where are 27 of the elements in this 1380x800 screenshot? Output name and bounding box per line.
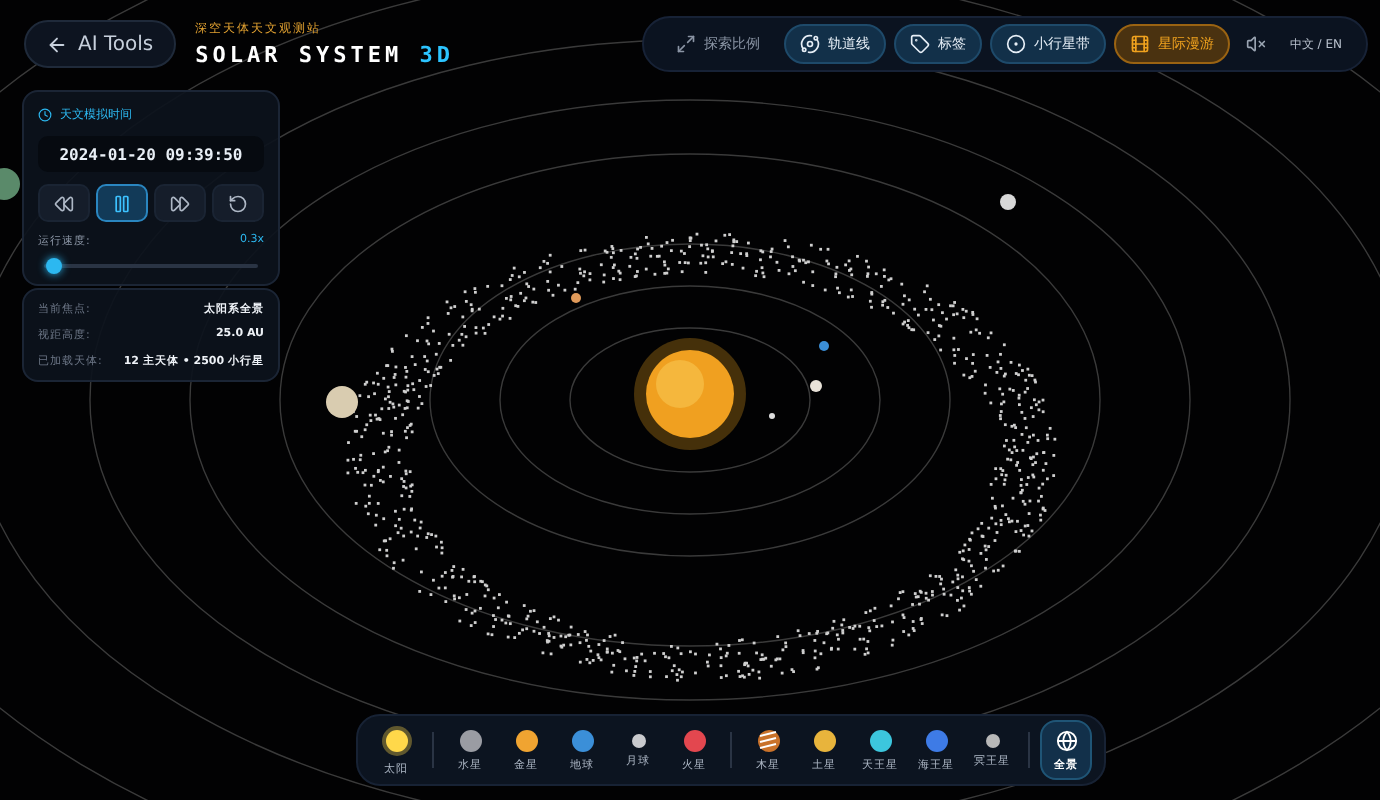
reset-button[interactable]: [212, 184, 264, 222]
fast-forward-icon: [170, 193, 190, 213]
rewind-icon: [54, 193, 74, 213]
slider-thumb[interactable]: [46, 258, 63, 274]
sun[interactable]: [634, 338, 746, 450]
planet[interactable]: [769, 413, 775, 419]
app-title: SOLAR SYSTEM 3D: [195, 42, 454, 68]
fast-forward-button[interactable]: [154, 184, 206, 222]
pause-icon: [112, 193, 132, 213]
toolbar-icon: [799, 34, 820, 54]
planet[interactable]: [326, 386, 358, 418]
toolbar-icon: [1005, 34, 1026, 54]
toolbar-icon: [675, 34, 696, 54]
planet[interactable]: [819, 341, 829, 351]
planet[interactable]: [810, 380, 822, 392]
toolbar-icon: [909, 34, 930, 54]
clock-icon: [38, 108, 52, 122]
play-pause-button[interactable]: [96, 184, 148, 222]
rewind-button[interactable]: [38, 184, 90, 222]
back-button[interactable]: AI Tools: [24, 20, 176, 68]
toolbar-icon: [1129, 34, 1150, 54]
back-arrow-icon: [46, 33, 68, 55]
planet[interactable]: [1000, 194, 1016, 210]
datetime-display: 2024-01-20 09:39:50: [38, 136, 264, 172]
reset-icon: [228, 193, 248, 213]
planet[interactable]: [571, 293, 581, 303]
mute-icon: [1245, 34, 1266, 54]
